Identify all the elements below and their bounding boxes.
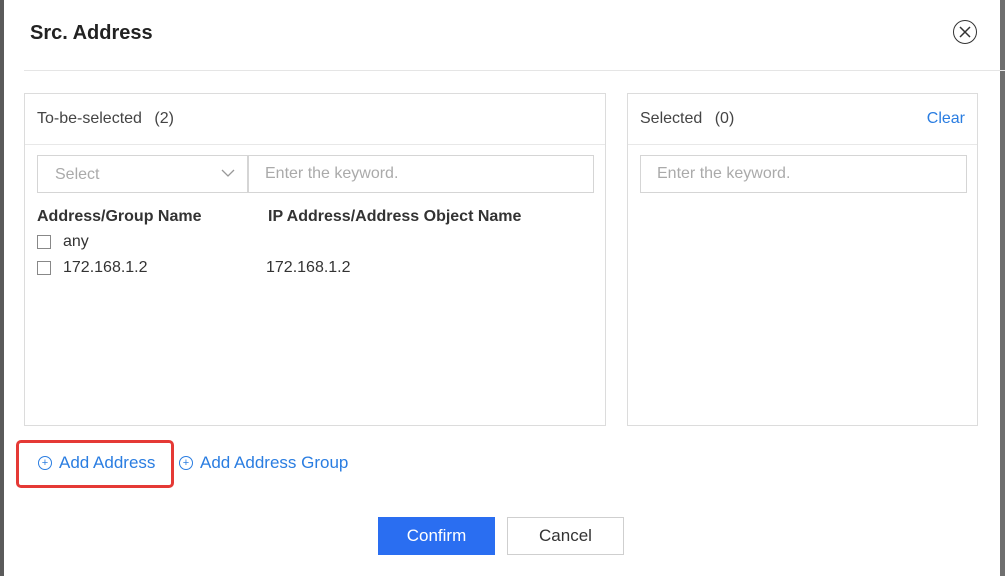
clear-link[interactable]: Clear xyxy=(927,110,965,128)
header-divider xyxy=(24,70,1005,71)
add-address-link[interactable]: + Add Address xyxy=(38,453,155,473)
row-checkbox[interactable] xyxy=(37,235,51,249)
close-button[interactable] xyxy=(953,20,977,44)
list-item: any xyxy=(25,232,605,256)
to-be-selected-panel: To-be-selected (2) Select Address/Group … xyxy=(24,93,606,426)
panel-title-label: To-be-selected xyxy=(37,110,142,127)
row-name: 172.168.1.2 xyxy=(63,259,148,276)
dialog-title: Src. Address xyxy=(30,22,153,44)
src-address-dialog: Src. Address To-be-selected (2) Select A… xyxy=(4,0,1005,576)
panel-header: Selected (0) Clear xyxy=(628,94,977,145)
select-placeholder: Select xyxy=(55,166,100,183)
panel-title: To-be-selected (2) xyxy=(37,110,174,128)
plus-circle-icon: + xyxy=(38,456,52,470)
chevron-down-icon xyxy=(221,169,235,177)
confirm-button[interactable]: Confirm xyxy=(378,517,495,555)
add-address-group-label: Add Address Group xyxy=(200,453,349,472)
plus-circle-icon: + xyxy=(179,456,193,470)
cancel-button[interactable]: Cancel xyxy=(507,517,624,555)
add-address-label: Add Address xyxy=(59,453,156,472)
close-icon xyxy=(959,26,971,38)
panel-count: (0) xyxy=(714,110,735,127)
row-checkbox[interactable] xyxy=(37,261,51,275)
selected-panel: Selected (0) Clear xyxy=(627,93,978,426)
panel-title-label: Selected xyxy=(640,110,703,127)
type-select[interactable]: Select xyxy=(37,155,248,193)
column-header-ip: IP Address/Address Object Name xyxy=(268,208,522,225)
list-item: 172.168.1.2 172.168.1.2 xyxy=(25,258,605,282)
right-search-input[interactable] xyxy=(640,155,967,193)
panel-count: (2) xyxy=(154,110,174,127)
panel-title: Selected (0) xyxy=(640,110,734,128)
row-name: any xyxy=(63,233,89,250)
panel-header: To-be-selected (2) xyxy=(25,94,605,145)
column-header-name: Address/Group Name xyxy=(37,208,202,225)
add-address-group-link[interactable]: + Add Address Group xyxy=(179,453,348,473)
left-search-input[interactable] xyxy=(248,155,594,193)
row-ip: 172.168.1.2 xyxy=(266,259,351,276)
